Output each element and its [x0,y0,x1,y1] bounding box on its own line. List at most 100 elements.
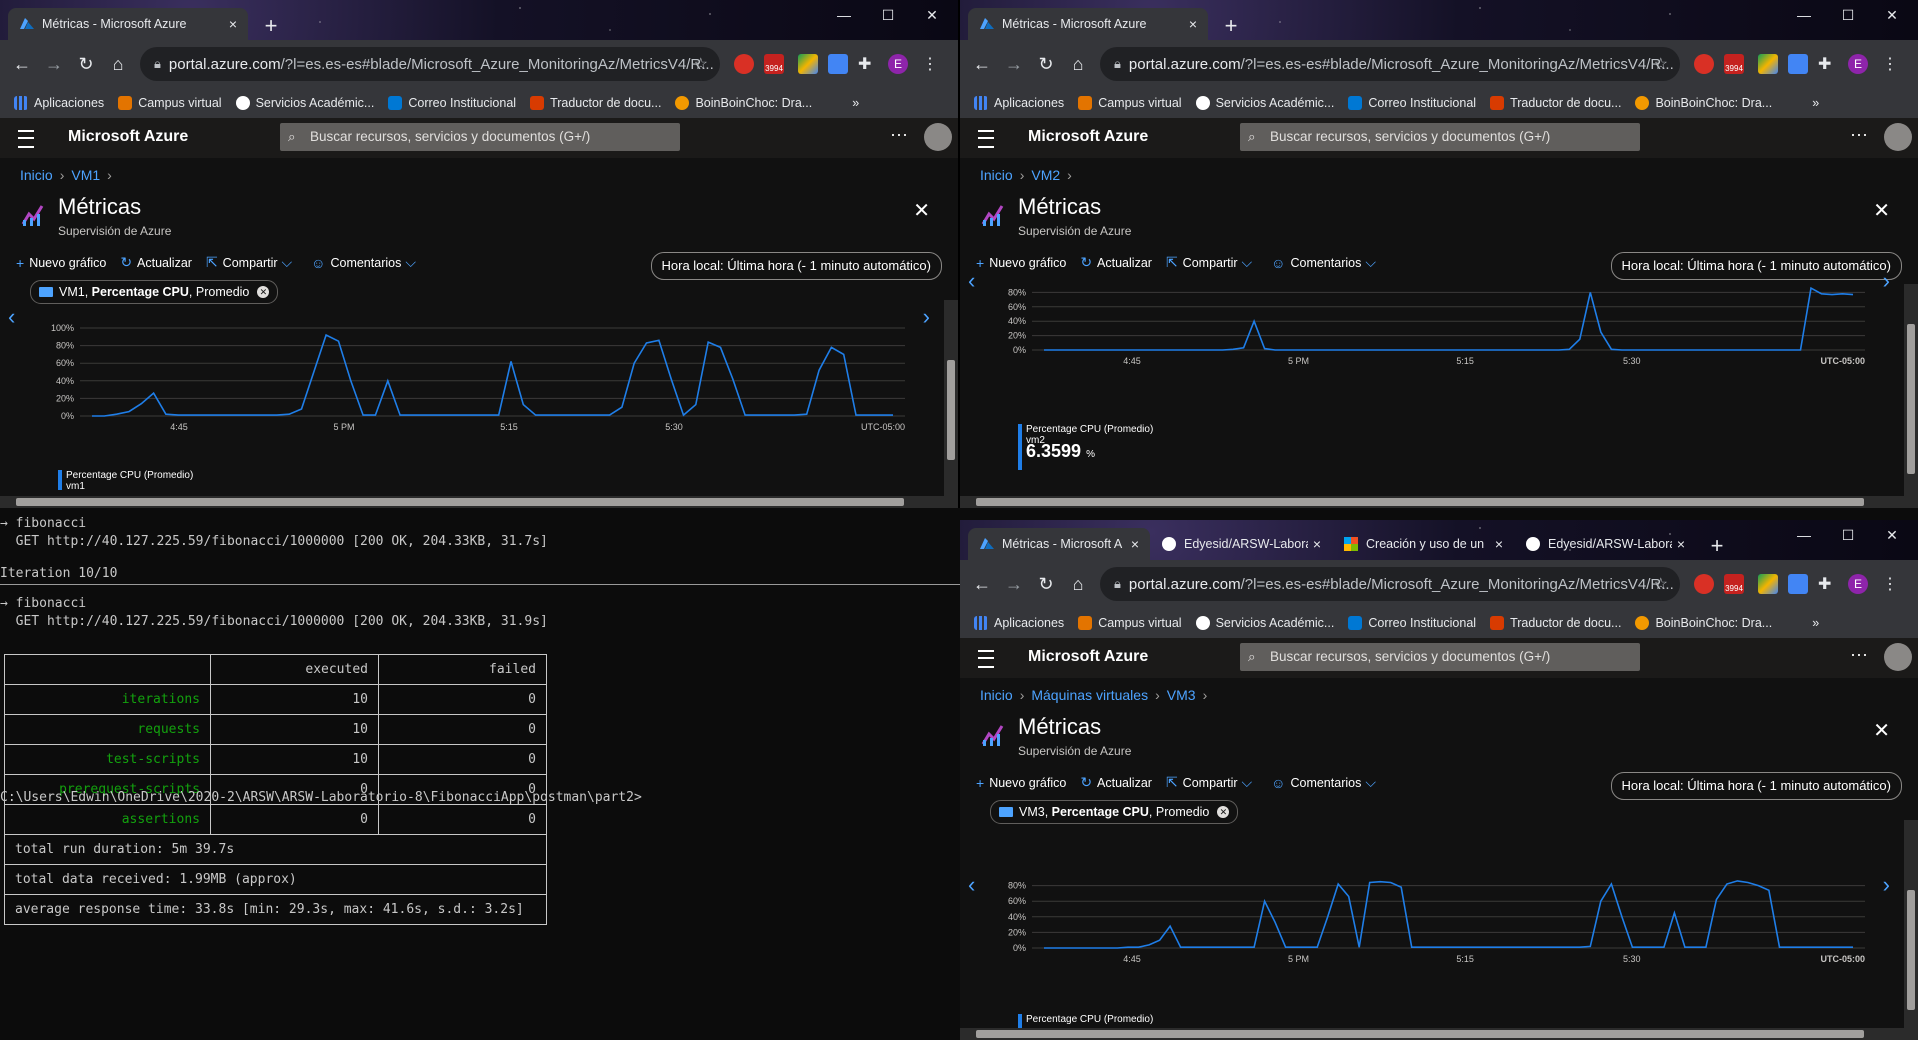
close-window-button[interactable]: ✕ [1870,0,1914,32]
bookmark-apps[interactable]: Aplicaciones [974,616,1064,630]
bookmark-star-icon[interactable]: ☆ [694,54,708,74]
drive-extension-icon[interactable] [798,54,818,74]
close-tab-icon[interactable]: × [224,16,242,32]
terminal-window[interactable]: → fibonacci GET http://40.127.225.59/fib… [0,508,960,1040]
reload-icon[interactable]: ↻ [1034,52,1058,76]
puzzle-extensions-icon[interactable]: ✚ [858,54,878,74]
chart-legend[interactable]: Percentage CPU (Promedio) vm2 6.3599 % [1018,424,1153,470]
horizontal-scrollbar[interactable] [0,496,944,508]
back-arrow-icon[interactable]: ← [970,52,994,76]
command-prompt[interactable]: C:\Users\Edwin\OneDrive\2020-2\ARSW\ARSW… [0,790,642,805]
tab-metricas[interactable]: Métricas - Microsoft Azure × [968,8,1208,40]
bookmark-traductor[interactable]: Traductor de docu... [1490,96,1621,110]
bookmark-correo[interactable]: Correo Institucional [1348,96,1476,110]
minimize-button[interactable]: — [822,0,866,32]
tab-metricas[interactable]: Métricas - Microsoft A × [968,528,1150,560]
more-bookmarks-button[interactable]: » [852,96,859,110]
bookmark-apps[interactable]: Aplicaciones [14,96,104,110]
home-icon[interactable]: ⌂ [1066,52,1090,76]
feedback-button[interactable]: ☺ Comentarios ⌵ [1271,774,1381,791]
vertical-scrollbar[interactable] [1904,820,1918,1040]
chart-legend[interactable]: Percentage CPU (Promedio) [1018,1014,1153,1028]
puzzle-extensions-icon[interactable]: ✚ [1818,54,1838,74]
metric-pill[interactable]: VM1, Percentage CPU, Promedio ✕ [30,280,279,304]
hamburger-menu-icon[interactable] [978,650,994,668]
address-bar[interactable]: 🔒︎ portal.azure.com /?l=es.es-es#blade/M… [1100,47,1680,81]
bookmark-campus[interactable]: Campus virtual [118,96,222,110]
user-avatar[interactable] [1884,123,1912,151]
breadcrumb-vm[interactable]: VM2 [1031,167,1060,183]
bookmark-boinboin[interactable]: BoinBoinChoc: Dra... [675,96,812,110]
feedback-button[interactable]: ☺ Comentarios ⌵ [1271,254,1381,271]
more-options-icon[interactable]: ··· [890,124,908,145]
close-window-button[interactable]: ✕ [910,0,954,32]
chart-legend[interactable]: Percentage CPU (Promedio) vm1 [58,470,193,492]
remove-metric-icon[interactable]: ✕ [1217,806,1230,818]
bookmark-servicios[interactable]: Servicios Académic... [235,96,374,110]
horizontal-scrollbar[interactable] [960,496,1904,508]
share-button[interactable]: ⇱ Compartir ⌵ [206,254,297,271]
bookmark-apps[interactable]: Aplicaciones [974,96,1064,110]
gmail-extension-icon[interactable]: 3994 [1724,574,1744,594]
chart-next-arrow[interactable]: › [923,304,930,330]
close-window-button[interactable]: ✕ [1870,520,1914,552]
close-blade-icon[interactable]: ✕ [913,198,930,223]
new-chart-button[interactable]: + Nuevo gráfico [976,775,1066,791]
time-range-button[interactable]: Hora local: Última hora (- 1 minuto auto… [650,252,942,280]
bookmark-boinboin[interactable]: BoinBoinChoc: Dra... [1635,96,1772,110]
bookmark-campus[interactable]: Campus virtual [1078,616,1182,630]
adblock-extension-icon[interactable] [1694,574,1714,594]
chart-next-arrow[interactable]: › [1883,872,1890,898]
home-icon[interactable]: ⌂ [1066,572,1090,596]
share-button[interactable]: ⇱ Compartir ⌵ [1166,254,1257,271]
bookmark-campus[interactable]: Campus virtual [1078,96,1182,110]
user-avatar[interactable] [924,123,952,151]
close-blade-icon[interactable]: ✕ [1873,718,1890,743]
new-tab-button[interactable]: + [1704,534,1730,560]
breadcrumb-vm[interactable]: VM3 [1167,687,1196,703]
chart-next-arrow[interactable]: › [1883,268,1890,294]
bookmark-servicios[interactable]: Servicios Académic... [1195,96,1334,110]
minimize-button[interactable]: — [1782,520,1826,552]
address-bar[interactable]: 🔒︎ portal.azure.com /?l=es.es-es#blade/M… [140,47,720,81]
reload-icon[interactable]: ↻ [74,52,98,76]
tab-github-1[interactable]: Edyesid/ARSW-Labora × [1150,528,1332,560]
close-tab-icon[interactable]: × [1490,536,1508,552]
maximize-button[interactable]: ☐ [1826,520,1870,552]
home-icon[interactable]: ⌂ [106,52,130,76]
gmail-extension-icon[interactable]: 3994 [1724,54,1744,74]
bookmark-traductor[interactable]: Traductor de docu... [530,96,661,110]
new-tab-button[interactable]: + [258,14,284,40]
reload-icon[interactable]: ↻ [1034,572,1058,596]
profile-avatar[interactable]: E [1848,574,1868,594]
translate-extension-icon[interactable] [828,54,848,74]
drive-extension-icon[interactable] [1758,54,1778,74]
share-button[interactable]: ⇱ Compartir ⌵ [1166,774,1257,791]
time-range-button[interactable]: Hora local: Última hora (- 1 minuto auto… [1610,252,1902,280]
close-tab-icon[interactable]: × [1672,536,1690,552]
azure-search-input[interactable]: ⌕ Buscar recursos, servicios y documentos… [1240,643,1640,671]
time-range-button[interactable]: Hora local: Última hora (- 1 minuto auto… [1610,772,1902,800]
vertical-scrollbar[interactable] [944,300,958,508]
bookmark-servicios[interactable]: Servicios Académic... [1195,616,1334,630]
breadcrumb-vm[interactable]: VM1 [71,167,100,183]
close-blade-icon[interactable]: ✕ [1873,198,1890,223]
bookmark-star-icon[interactable]: ☆ [1654,574,1668,594]
more-options-icon[interactable]: ··· [1850,124,1868,145]
minimize-button[interactable]: — [1782,0,1826,32]
azure-brand[interactable]: Microsoft Azure [68,128,188,146]
tab-metricas[interactable]: Métricas - Microsoft Azure × [8,8,248,40]
puzzle-extensions-icon[interactable]: ✚ [1818,574,1838,594]
user-avatar[interactable] [1884,643,1912,671]
back-arrow-icon[interactable]: ← [10,52,34,76]
menu-kebab-icon[interactable]: ⋮ [1882,54,1902,74]
bookmark-boinboin[interactable]: BoinBoinChoc: Dra... [1635,616,1772,630]
gmail-extension-icon[interactable]: 3994 [764,54,784,74]
azure-search-input[interactable]: ⌕ Buscar recursos, servicios y documentos… [280,123,680,151]
more-bookmarks-button[interactable]: » [1812,96,1819,110]
bookmark-star-icon[interactable]: ☆ [1654,54,1668,74]
maximize-button[interactable]: ☐ [866,0,910,32]
close-tab-icon[interactable]: × [1308,536,1326,552]
more-options-icon[interactable]: ··· [1850,644,1868,665]
maximize-button[interactable]: ☐ [1826,0,1870,32]
